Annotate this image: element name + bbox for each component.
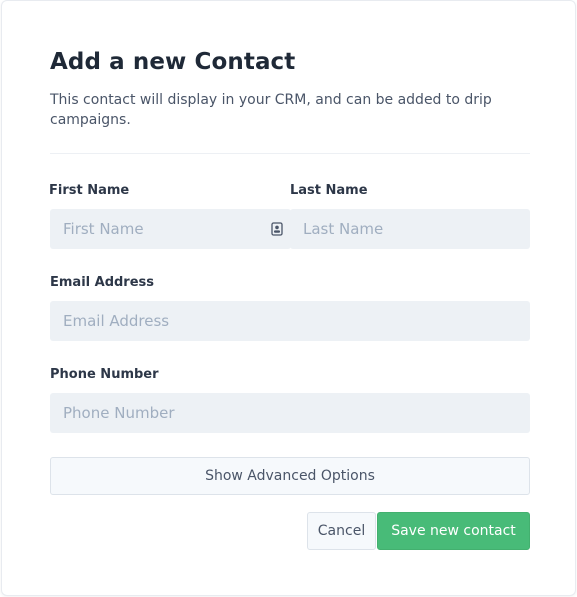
first-name-label: First Name — [49, 183, 130, 198]
first-name-field[interactable] — [50, 209, 291, 249]
email-field[interactable] — [50, 301, 530, 341]
last-name-label: Last Name — [290, 183, 368, 198]
email-label: Email Address — [50, 275, 155, 290]
save-contact-button[interactable]: Save new contact — [377, 512, 530, 550]
page-subtitle: This contact will display in your CRM, a… — [50, 92, 492, 128]
contact-card-icon[interactable] — [271, 222, 283, 236]
divider — [50, 153, 530, 154]
phone-field[interactable] — [50, 393, 530, 433]
phone-label: Phone Number — [50, 367, 159, 382]
last-name-field[interactable] — [290, 209, 530, 249]
add-contact-card: Add a new Contact This contact will disp… — [1, 0, 576, 596]
cancel-button[interactable]: Cancel — [307, 512, 376, 550]
page-title: Add a new Contact — [50, 49, 296, 75]
show-advanced-options-button[interactable]: Show Advanced Options — [50, 457, 530, 495]
